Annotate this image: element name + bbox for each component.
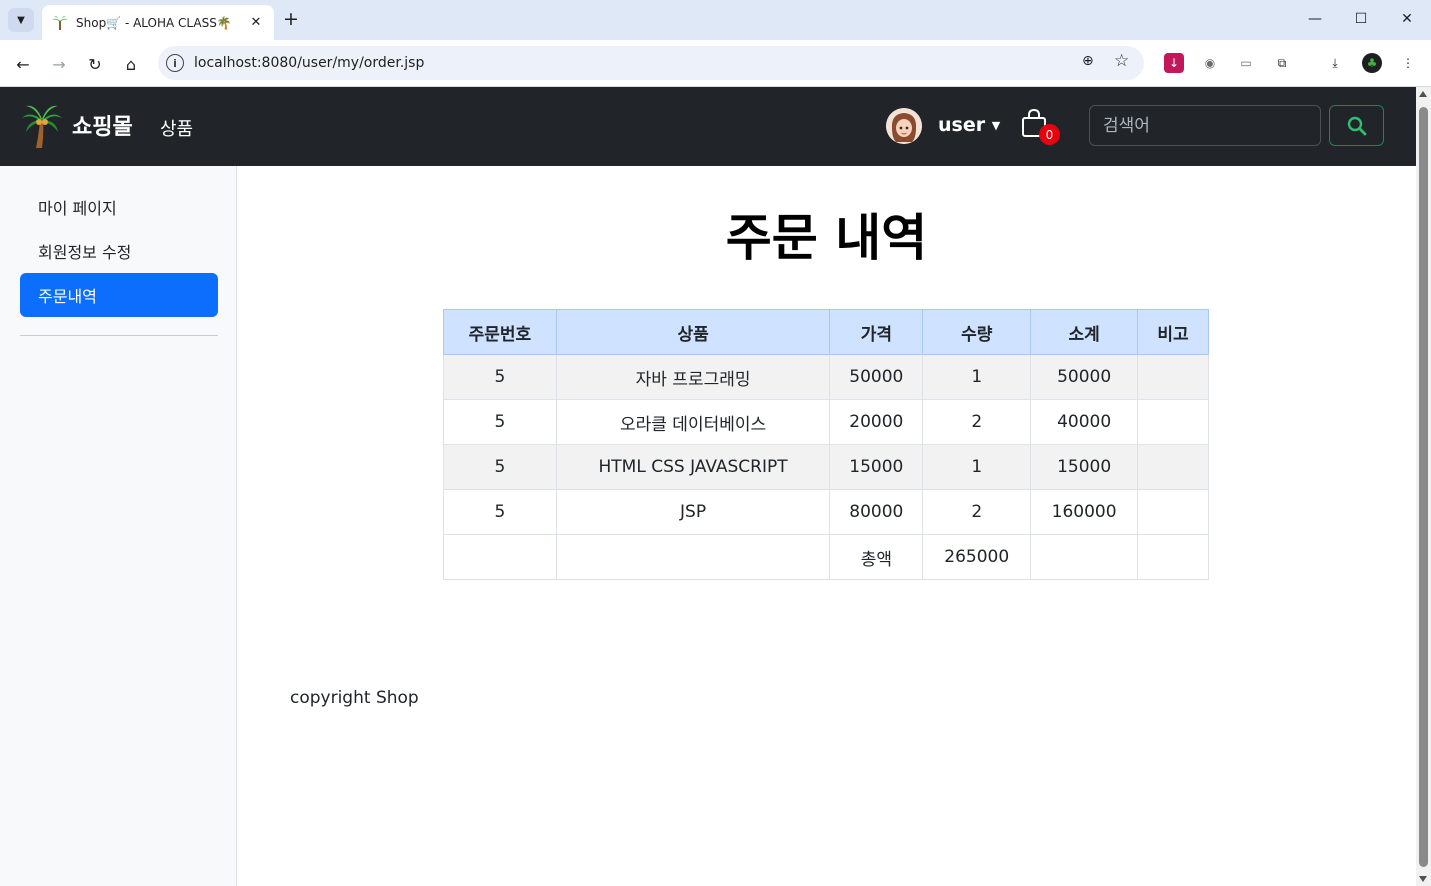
search-button[interactable]: [1329, 105, 1384, 146]
cell-empty: [555, 534, 831, 580]
back-icon[interactable]: ←: [11, 52, 35, 76]
cell-product: 오라클 데이터베이스: [555, 399, 831, 445]
browser-toolbar: ← → ↻ ⌂ i localhost:8080/user/my/order.j…: [0, 40, 1431, 87]
header-order-no: 주문번호: [443, 309, 557, 355]
cell-order-no: 5: [443, 354, 557, 400]
maximize-icon[interactable]: ☐: [1338, 8, 1384, 30]
cast-icon[interactable]: ▭: [1236, 53, 1256, 73]
cell-subtotal: 15000: [1030, 444, 1139, 490]
table-header-row: 주문번호 상품 가격 수량 소계 비고: [443, 309, 1209, 355]
cell-price: 20000: [829, 399, 924, 445]
page-scrollbar[interactable]: [1416, 87, 1431, 886]
cell-note: [1137, 399, 1209, 445]
cart-count-badge: 0: [1039, 124, 1060, 145]
sidebar-item-mypage[interactable]: 마이 페이지: [20, 185, 218, 229]
cell-note: [1137, 444, 1209, 490]
bookmark-star-icon[interactable]: ☆: [1114, 51, 1129, 71]
browser-tab[interactable]: Shop🛒 - ALOHA CLASS🌴 ✕: [42, 5, 274, 40]
cell-empty: [443, 534, 557, 580]
cell-product: HTML CSS JAVASCRIPT: [555, 444, 831, 490]
user-dropdown[interactable]: user ▼: [938, 114, 1000, 136]
table-row: 5 자바 프로그래밍 50000 1 50000: [443, 354, 1209, 400]
tab-title: Shop🛒 - ALOHA CLASS🌴: [76, 15, 232, 30]
header-subtotal: 소계: [1030, 309, 1139, 355]
cell-order-no: 5: [443, 399, 557, 445]
cell-quantity: 2: [922, 489, 1032, 535]
order-table: 주문번호 상품 가격 수량 소계 비고 5 자바 프로그래밍 50000 1 5…: [443, 309, 1209, 580]
cell-subtotal: 40000: [1030, 399, 1139, 445]
cell-quantity: 2: [922, 399, 1032, 445]
cell-product: JSP: [555, 489, 831, 535]
cell-subtotal: 160000: [1030, 489, 1139, 535]
reload-icon[interactable]: ↻: [83, 52, 107, 76]
user-avatar[interactable]: [886, 108, 922, 144]
menu-kebab-icon[interactable]: ⋮: [1398, 53, 1418, 73]
header-quantity: 수량: [922, 309, 1032, 355]
cell-empty: [1030, 534, 1139, 580]
sidebar-item-orders[interactable]: 주문내역: [20, 273, 218, 317]
palm-tree-logo-icon[interactable]: [22, 104, 62, 148]
total-label: 총액: [829, 534, 924, 580]
cell-price: 50000: [829, 354, 924, 400]
site-navbar: 쇼핑몰 상품 user ▼ 0: [0, 87, 1416, 166]
tab-search-icon[interactable]: ▼: [8, 8, 34, 32]
home-icon[interactable]: ⌂: [119, 52, 143, 76]
new-tab-button[interactable]: +: [283, 9, 299, 29]
cell-quantity: 1: [922, 444, 1032, 490]
cell-order-no: 5: [443, 489, 557, 535]
browser-tabstrip: ▼ Shop🛒 - ALOHA CLASS🌴 ✕ + — ☐ ✕: [0, 0, 1431, 40]
cell-product: 자바 프로그래밍: [555, 354, 831, 400]
palm-tree-favicon-icon: [52, 15, 68, 31]
cell-price: 80000: [829, 489, 924, 535]
scroll-down-icon[interactable]: [1419, 876, 1427, 882]
cell-price: 15000: [829, 444, 924, 490]
sidebar-divider: [20, 335, 218, 336]
scroll-thumb[interactable]: [1419, 107, 1428, 867]
cell-empty: [1137, 534, 1209, 580]
url-text[interactable]: localhost:8080/user/my/order.jsp: [194, 55, 424, 71]
site-info-icon[interactable]: i: [166, 54, 184, 72]
minimize-icon[interactable]: —: [1292, 8, 1338, 30]
download-icon[interactable]: ⤓: [1325, 53, 1345, 73]
header-price: 가격: [829, 309, 924, 355]
table-row: 5 오라클 데이터베이스 20000 2 40000: [443, 399, 1209, 445]
total-value: 265000: [922, 534, 1032, 580]
cell-note: [1137, 489, 1209, 535]
sidebar: 마이 페이지 회원정보 수정 주문내역: [0, 166, 237, 886]
extension-download-icon[interactable]: ↓: [1164, 53, 1184, 73]
cell-note: [1137, 354, 1209, 400]
tab-close-icon[interactable]: ✕: [248, 15, 264, 30]
cell-order-no: 5: [443, 444, 557, 490]
footer-copyright: copyright Shop: [290, 688, 419, 708]
cell-quantity: 1: [922, 354, 1032, 400]
address-bar[interactable]: i localhost:8080/user/my/order.jsp ⊕ ☆: [158, 46, 1144, 80]
table-row: 5 HTML CSS JAVASCRIPT 15000 1 15000: [443, 444, 1209, 490]
profile-avatar-icon[interactable]: ♣: [1362, 53, 1382, 73]
sidebar-item-edit-profile[interactable]: 회원정보 수정: [20, 229, 218, 273]
cell-subtotal: 50000: [1030, 354, 1139, 400]
search-icon: [1347, 116, 1366, 135]
caret-down-icon: ▼: [991, 119, 1001, 132]
header-product: 상품: [555, 309, 831, 355]
camera-icon[interactable]: ◉: [1200, 53, 1220, 73]
forward-icon[interactable]: →: [47, 52, 71, 76]
nav-link-products[interactable]: 상품: [160, 115, 193, 141]
user-name: user: [938, 114, 986, 136]
table-row: 5 JSP 80000 2 160000: [443, 489, 1209, 535]
window-close-icon[interactable]: ✕: [1384, 8, 1430, 30]
scroll-up-icon[interactable]: [1419, 91, 1427, 97]
search-input[interactable]: [1089, 105, 1321, 146]
header-note: 비고: [1137, 309, 1209, 355]
page-title: 주문 내역: [725, 209, 928, 267]
extensions-icon[interactable]: ⧉: [1272, 53, 1292, 73]
brand-name[interactable]: 쇼핑몰: [72, 109, 133, 141]
table-total-row: 총액 265000: [443, 534, 1209, 580]
zoom-icon[interactable]: ⊕: [1082, 53, 1094, 69]
